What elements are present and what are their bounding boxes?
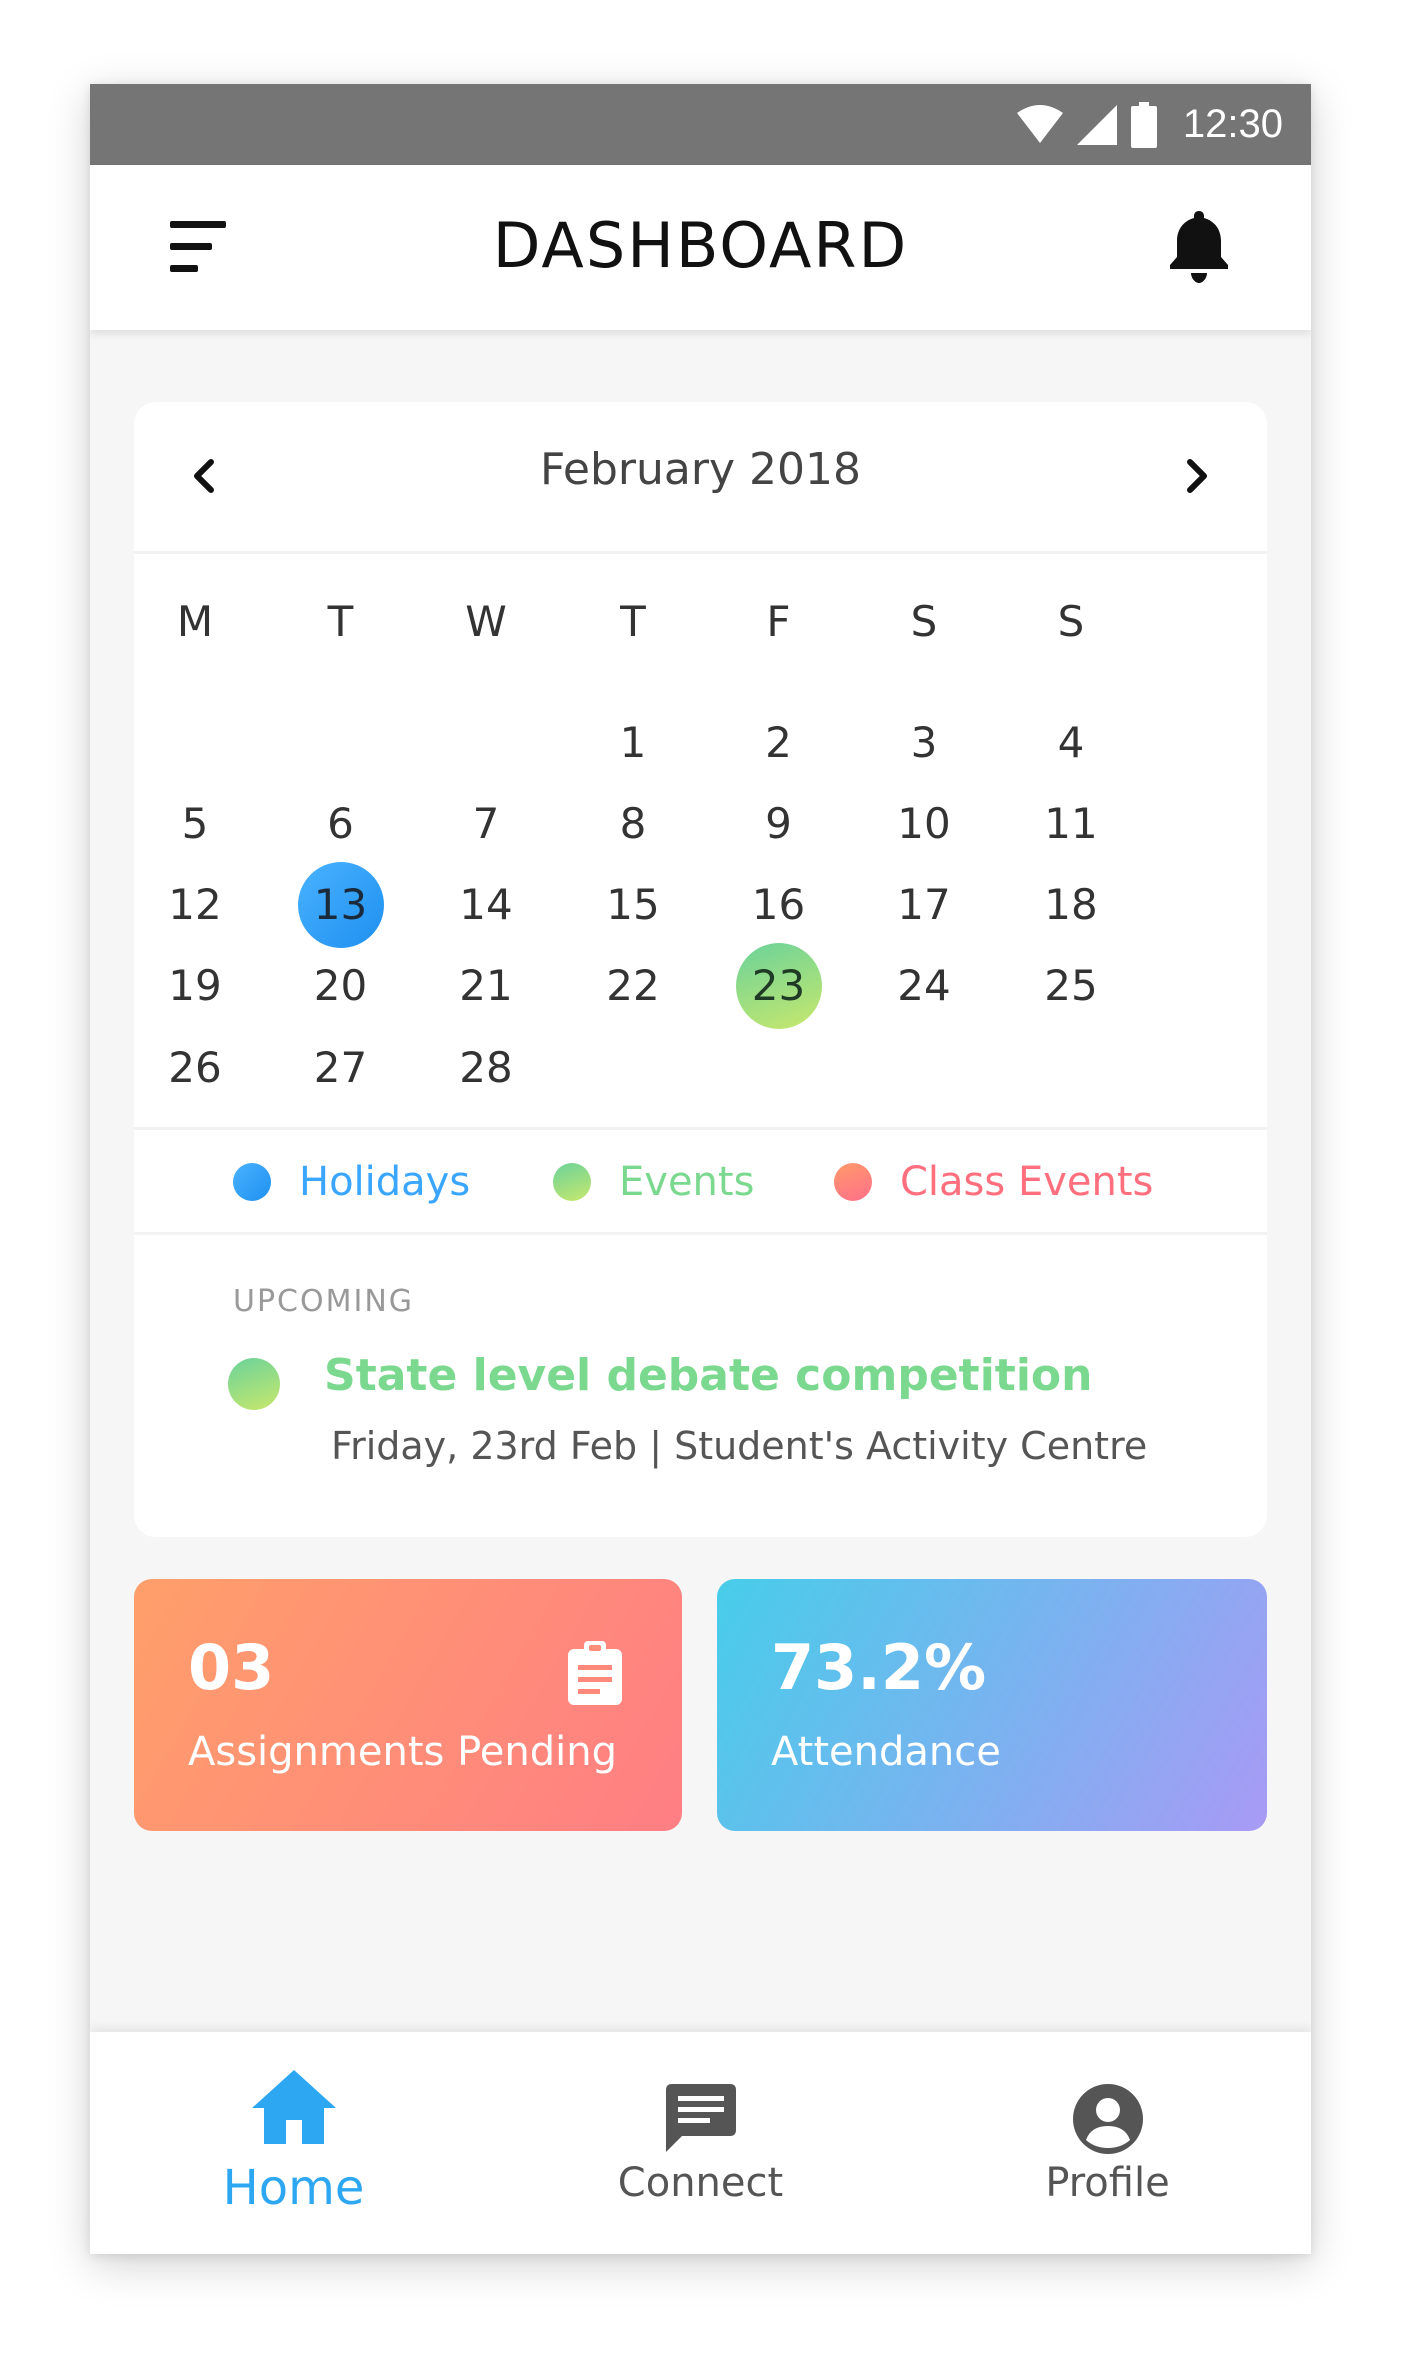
attendance-label: Attendance (771, 1729, 1001, 1775)
legend-label: Class Events (900, 1159, 1154, 1205)
battery-icon (1130, 101, 1157, 148)
calendar-day[interactable]: 6 (298, 781, 384, 867)
attendance-value: 73.2% (771, 1631, 987, 1704)
calendar-day-event[interactable]: 23 (735, 942, 822, 1029)
upcoming-event-title[interactable]: State level debate competition (324, 1350, 1092, 1401)
app-bar: DASHBOARD (90, 165, 1311, 330)
status-time: 12:30 (1182, 102, 1283, 146)
calendar-day[interactable]: 15 (590, 862, 676, 948)
calendar-day[interactable]: 4 (1028, 700, 1114, 786)
calendar-day[interactable]: 14 (443, 862, 529, 948)
nav-item-connect[interactable]: Connect (497, 2032, 904, 2254)
wifi-icon (1016, 104, 1063, 143)
nav-item-home[interactable]: Home (90, 2032, 497, 2254)
calendar-day[interactable]: 10 (881, 781, 967, 867)
legend-item-holidays[interactable]: Holidays (233, 1154, 470, 1210)
assignments-tile[interactable]: 03 Assignments Pending (134, 1579, 682, 1831)
calendar-day[interactable]: 27 (298, 1025, 384, 1111)
legend-item-events[interactable]: Events (553, 1154, 754, 1210)
legend-label: Events (619, 1159, 755, 1205)
chat-icon (665, 2084, 736, 2152)
calendar-day[interactable]: 25 (1028, 943, 1114, 1029)
calendar-day[interactable]: 21 (443, 943, 529, 1029)
signal-icon (1076, 104, 1117, 145)
calendar-day[interactable]: 20 (298, 943, 384, 1029)
holiday-dot-icon (233, 1163, 271, 1201)
calendar-day[interactable]: 5 (152, 781, 238, 867)
calendar-day[interactable]: 3 (881, 700, 967, 786)
calendar-day[interactable]: 12 (152, 862, 238, 948)
calendar-day[interactable]: 16 (736, 862, 822, 948)
legend-item-class-events[interactable]: Class Events (834, 1154, 1153, 1210)
calendar-day[interactable]: 11 (1028, 781, 1114, 867)
status-bar: 12:30 (90, 84, 1311, 165)
bell-icon[interactable] (1167, 211, 1231, 283)
class-event-dot-icon (834, 1163, 872, 1201)
calendar-day[interactable]: 24 (881, 943, 967, 1029)
event-dot-icon (553, 1163, 591, 1201)
calendar-day[interactable]: 17 (881, 862, 967, 948)
account-icon (1072, 2084, 1143, 2154)
calendar-day[interactable]: 9 (736, 781, 822, 867)
calendar-day[interactable]: 18 (1028, 862, 1114, 948)
upcoming-event-details: Friday, 23rd Feb | Student's Activity Ce… (331, 1424, 1148, 1468)
attendance-tile[interactable]: 73.2% Attendance (717, 1579, 1267, 1831)
calendar-day[interactable]: 8 (590, 781, 676, 867)
calendar-day[interactable]: 1 (590, 700, 676, 786)
nav-label-profile: Profile (1045, 2160, 1170, 2206)
calendar-day[interactable]: 28 (443, 1025, 529, 1111)
clipboard-icon (568, 1641, 622, 1705)
assignments-count: 03 (188, 1631, 275, 1704)
legend-label: Holidays (299, 1159, 471, 1205)
calendar-day[interactable]: 26 (152, 1025, 238, 1111)
nav-label-connect: Connect (617, 2160, 784, 2206)
status-icons: 12:30 (1016, 84, 1283, 165)
nav-label-home: Home (222, 2160, 365, 2216)
page-title: DASHBOARD (492, 209, 909, 282)
calendar-day[interactable]: 2 (736, 700, 822, 786)
bottom-navigation: Home Connect Profile (90, 2032, 1311, 2254)
nav-item-profile[interactable]: Profile (904, 2032, 1311, 2254)
event-dot-icon (228, 1358, 280, 1410)
home-icon (251, 2070, 336, 2144)
calendar-legend: Holidays Events Class Events (134, 1127, 1267, 1235)
calendar-day[interactable]: 19 (152, 943, 238, 1029)
phone-screen: 12:30 DASHBOARD February 2018 MTWTFSS 12… (90, 84, 1311, 2254)
assignments-label: Assignments Pending (188, 1729, 617, 1775)
calendar-day[interactable]: 7 (443, 781, 529, 867)
calendar-day-holiday[interactable]: 13 (297, 861, 384, 948)
calendar-day[interactable]: 22 (590, 943, 676, 1029)
upcoming-caption: UPCOMING (233, 1284, 415, 1319)
calendar-card: February 2018 MTWTFSS 1 2 3 4 5 6 7 8 9 10 11 12 13 1… (134, 402, 1267, 1537)
